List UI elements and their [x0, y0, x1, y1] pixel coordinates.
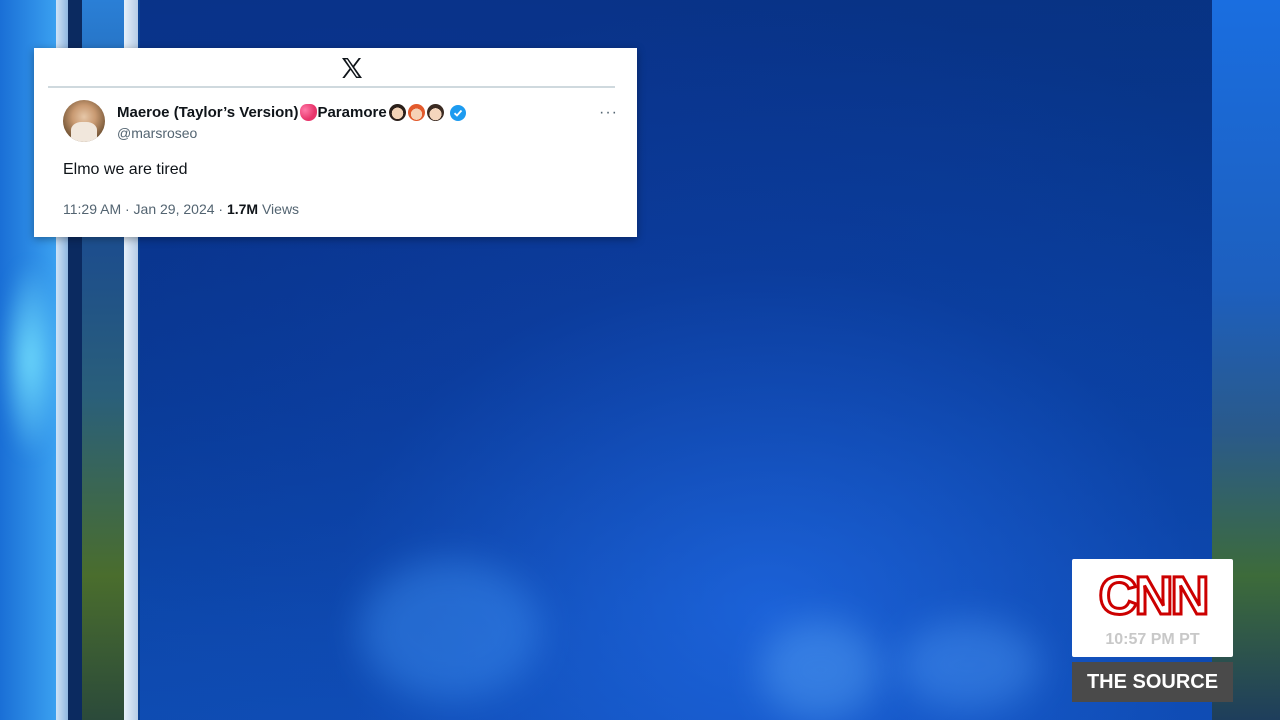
network-bug: CNN 10:57 PM PT: [1072, 559, 1233, 657]
man-face-emoji-icon: [388, 104, 406, 121]
background-bokeh: [900, 620, 1040, 710]
cnn-logo: CNN: [1097, 565, 1211, 628]
tweet-card-header: [34, 48, 637, 88]
show-name-bar: THE SOURCE: [1072, 662, 1233, 702]
display-name[interactable]: Maeroe (Taylor’s Version) Paramore: [117, 104, 466, 121]
more-options-icon[interactable]: ···: [599, 104, 618, 122]
background-bokeh: [360, 560, 540, 700]
display-name-text: Maeroe (Taylor’s Version): [117, 104, 299, 121]
views-label: Views: [258, 201, 300, 217]
display-name-suffix: Paramore: [317, 104, 387, 121]
tweet-timestamp[interactable]: 11:29 AM · Jan 29, 2024 ·: [63, 201, 227, 217]
x-logo-icon: [340, 56, 364, 80]
wall-light-glow: [0, 260, 60, 460]
tweet-text: Elmo we are tired: [63, 161, 188, 178]
header-divider: [48, 86, 615, 88]
tweet-meta: 11:29 AM · Jan 29, 2024 · 1.7M Views: [63, 201, 299, 217]
tweet-card: Maeroe (Taylor’s Version) Paramore @mars…: [34, 48, 637, 237]
two-hearts-emoji-icon: [300, 104, 318, 121]
avatar[interactable]: [63, 100, 105, 142]
views-count: 1.7M: [226, 201, 259, 217]
woman-redhair-emoji-icon: [407, 104, 425, 121]
user-handle[interactable]: @marsroseo: [117, 125, 197, 141]
background-bokeh: [760, 620, 880, 720]
man-mustache-emoji-icon: [426, 104, 444, 121]
verified-badge-icon: [449, 104, 466, 121]
broadcast-time: 10:57 PM PT: [1105, 631, 1200, 648]
